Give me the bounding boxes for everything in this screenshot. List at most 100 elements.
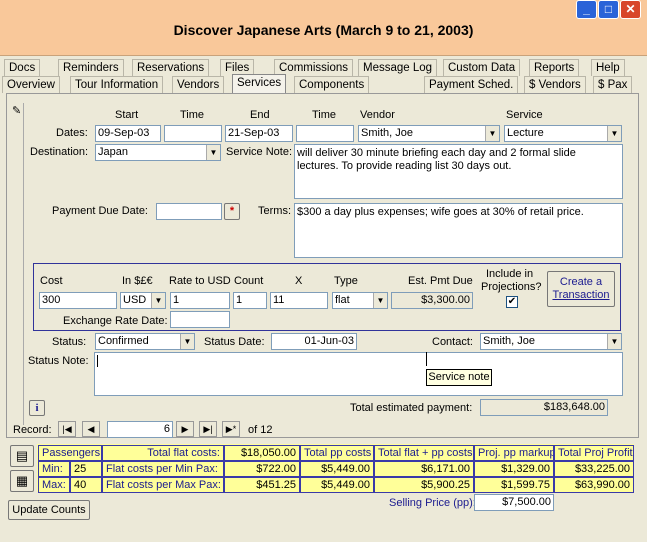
destination-label: Destination:	[30, 146, 89, 158]
status-date-label: Status Date:	[204, 336, 265, 348]
max-label: Max:	[38, 477, 70, 493]
include-header-2: Projections?	[481, 281, 542, 293]
tab-message-log[interactable]: Message Log	[358, 59, 438, 76]
chevron-down-icon[interactable]: ▼	[180, 334, 194, 349]
passengers-header: Passengers:	[38, 445, 102, 461]
chevron-down-icon[interactable]: ▼	[485, 126, 499, 141]
vendor-select[interactable]: Smith, Joe ▼	[358, 125, 500, 142]
form-view-icon[interactable]: ▤	[10, 445, 34, 467]
text-cursor	[97, 355, 98, 367]
total-flat-value: $18,050.00	[224, 445, 300, 461]
count-header: Count	[234, 275, 264, 287]
tab-services[interactable]: Services	[232, 74, 287, 93]
total-payment-field: $183,648.00	[480, 399, 608, 416]
chevron-down-icon[interactable]: ▼	[151, 293, 165, 308]
exchange-rate-label: Exchange Rate Date:	[63, 315, 168, 327]
tab-payment-sched[interactable]: Payment Sched.	[424, 76, 519, 93]
first-record-icon[interactable]: |◀	[58, 421, 76, 437]
chevron-down-icon[interactable]: ▼	[607, 334, 621, 349]
status-note-field[interactable]	[94, 352, 623, 396]
max-markup-value: $1,599.75	[474, 477, 554, 493]
vendor-header: Vendor	[360, 109, 395, 121]
dates-label: Dates:	[56, 127, 88, 139]
total-payment-label: Total estimated payment:	[350, 402, 473, 414]
service-select[interactable]: Lecture ▼	[504, 125, 622, 142]
tab-reservations[interactable]: Reservations	[132, 59, 210, 76]
tab-components[interactable]: Components	[294, 76, 370, 93]
flat-pp-header: Total flat + pp costs	[374, 445, 474, 461]
est-pmt-field: $3,300.00	[391, 292, 473, 309]
record-number-field[interactable]: 6	[107, 421, 173, 438]
max-total-value: $5,900.25	[374, 477, 474, 493]
cost-header: Cost	[40, 275, 63, 287]
min-pax-field[interactable]: 25	[70, 461, 102, 477]
type-value: flat	[335, 294, 350, 306]
currency-select[interactable]: USD ▼	[120, 292, 166, 309]
chevron-down-icon[interactable]: ▼	[373, 293, 387, 308]
contact-select[interactable]: Smith, Joe ▼	[480, 333, 622, 350]
end-date-field[interactable]: 21-Sep-03	[225, 125, 293, 142]
total-flat-header: Total flat costs:	[102, 445, 224, 461]
exchange-rate-field[interactable]	[170, 311, 230, 328]
record-selector[interactable]	[10, 103, 24, 425]
terms-field[interactable]: $300 a day plus expenses; wife goes at 3…	[294, 203, 623, 258]
service-note-label: Service Note:	[226, 146, 293, 158]
type-select[interactable]: flat ▼	[332, 292, 388, 309]
tab-tour-information[interactable]: Tour Information	[70, 76, 164, 93]
tab-custom-data[interactable]: Custom Data	[443, 59, 521, 76]
include-checkbox[interactable]: ✔	[506, 296, 518, 308]
minimize-button[interactable]: _	[576, 0, 597, 19]
create-transaction-button[interactable]: Create a Transaction	[547, 271, 615, 307]
destination-select[interactable]: Japan ▼	[95, 144, 221, 161]
max-profit-value: $63,990.00	[554, 477, 634, 493]
status-date-field[interactable]: 01-Jun-03	[271, 333, 357, 350]
payment-due-label: Payment Due Date:	[52, 205, 148, 217]
tab-reports[interactable]: Reports	[529, 59, 580, 76]
time2-header: Time	[312, 109, 337, 121]
total-pp-header: Total pp costs	[300, 445, 374, 461]
chevron-down-icon[interactable]: ▼	[607, 126, 621, 141]
payment-due-field[interactable]	[156, 203, 222, 220]
end-header: End	[250, 109, 270, 121]
cost-field[interactable]: 300	[39, 292, 117, 309]
last-record-icon[interactable]: ▶|	[199, 421, 217, 437]
prev-record-icon[interactable]: ◀	[82, 421, 100, 437]
new-record-icon[interactable]: ▶*	[222, 421, 240, 437]
next-record-icon[interactable]: ▶	[176, 421, 194, 437]
include-header-1: Include in	[486, 268, 534, 280]
chevron-down-icon[interactable]: ▼	[206, 145, 220, 160]
close-button[interactable]: ✕	[620, 0, 641, 19]
create-transaction-line2: Transaction	[552, 289, 610, 301]
update-counts-button[interactable]: Update Counts	[8, 500, 90, 520]
service-note-field[interactable]: will deliver 30 minute briefing each day…	[294, 144, 623, 199]
tab-dollar-pax[interactable]: $ Pax	[593, 76, 633, 93]
maximize-button[interactable]: □	[598, 0, 619, 19]
tab-dollar-vendors[interactable]: $ Vendors	[524, 76, 586, 93]
status-label: Status:	[52, 336, 87, 348]
destination-value: Japan	[98, 146, 128, 158]
record-label: Record:	[13, 424, 52, 436]
count-field[interactable]: 1	[233, 292, 267, 309]
start-time-field[interactable]	[164, 125, 222, 142]
rate-field[interactable]: 1	[170, 292, 230, 309]
max-desc: Flat costs per Max Pax:	[102, 477, 224, 493]
min-flat-value: $722.00	[224, 461, 300, 477]
tab-vendors[interactable]: Vendors	[172, 76, 225, 93]
end-time-field[interactable]	[296, 125, 354, 142]
x-field[interactable]: 11	[270, 292, 328, 309]
start-date-field[interactable]: 09-Sep-03	[95, 125, 161, 142]
tab-reminders[interactable]: Reminders	[58, 59, 124, 76]
datasheet-view-icon[interactable]: ▦	[10, 470, 34, 492]
service-header: Service	[506, 109, 543, 121]
date-picker-button[interactable]: *	[224, 203, 240, 220]
tab-docs[interactable]: Docs	[4, 59, 41, 76]
min-markup-value: $1,329.00	[474, 461, 554, 477]
status-select[interactable]: Confirmed ▼	[95, 333, 195, 350]
info-icon[interactable]: i	[29, 400, 45, 416]
selling-price-label: Selling Price (pp):	[389, 497, 476, 509]
tab-help[interactable]: Help	[591, 59, 625, 76]
record-count: of 12	[248, 424, 273, 436]
tab-overview[interactable]: Overview	[2, 76, 60, 93]
max-pax-field[interactable]: 40	[70, 477, 102, 493]
selling-price-field[interactable]: $7,500.00	[474, 494, 554, 511]
